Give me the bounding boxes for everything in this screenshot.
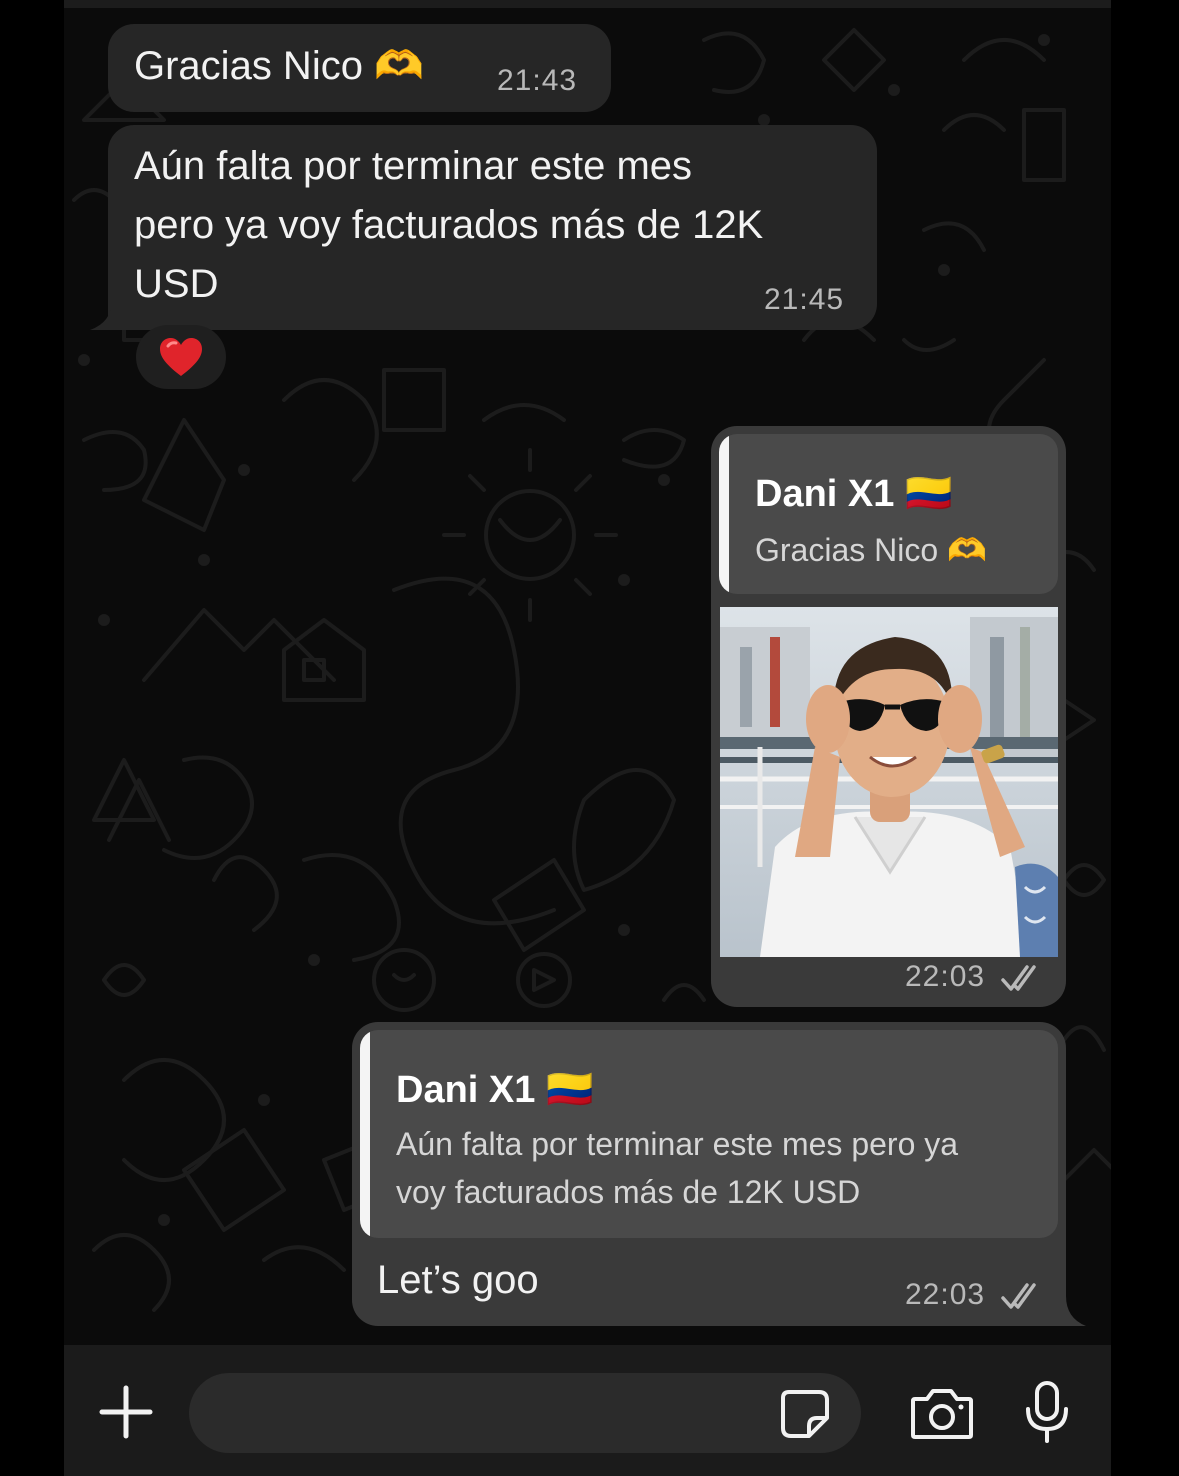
- quote-text-line-2: voy facturados más de 12K USD: [396, 1174, 861, 1210]
- reaction-badge[interactable]: [136, 325, 226, 389]
- message-time: 22:03: [905, 1278, 986, 1311]
- quote-text-line-1: Aún falta por terminar este mes pero ya: [396, 1126, 959, 1162]
- message-text-line-2: pero ya voy facturados más de 12K: [134, 203, 764, 247]
- quote-bar: [719, 434, 729, 594]
- incoming-message[interactable]: Gracias Nico 🫶 21:43: [108, 24, 611, 112]
- reply-quote[interactable]: Dani X1 🇨🇴 Gracias Nico 🫶: [719, 434, 1058, 594]
- plus-icon[interactable]: [98, 1384, 154, 1440]
- outgoing-message[interactable]: Dani X1 🇨🇴 Gracias Nico 🫶 22:03: [711, 426, 1066, 1007]
- microphone-icon[interactable]: [1022, 1379, 1072, 1445]
- incoming-message[interactable]: Aún falta por terminar este mes pero ya …: [108, 125, 877, 330]
- red-heart-icon: [160, 338, 202, 376]
- message-text: Let’s goo: [377, 1258, 539, 1302]
- message-text-line-1: Aún falta por terminar este mes: [134, 144, 693, 188]
- reply-quote[interactable]: Dani X1 🇨🇴 Aún falta por terminar este m…: [360, 1030, 1058, 1238]
- quote-bar: [360, 1030, 370, 1238]
- message-text-line-3: USD: [134, 262, 219, 306]
- read-ticks-icon: [1001, 965, 1036, 991]
- quote-author: Dani X1 🇨🇴: [755, 473, 953, 515]
- quote-author: Dani X1 🇨🇴: [396, 1069, 594, 1111]
- message-text: Gracias Nico 🫶: [134, 44, 424, 88]
- read-ticks-icon: [1001, 1283, 1036, 1309]
- message-time: 22:03: [905, 960, 986, 993]
- message-time: 21:43: [497, 64, 578, 97]
- top-edge: [64, 0, 1111, 8]
- bubble-tail: [90, 300, 130, 330]
- sticker-icon[interactable]: [779, 1388, 831, 1440]
- camera-icon[interactable]: [909, 1385, 975, 1441]
- message-time: 21:45: [764, 283, 845, 316]
- chat-screen: Gracias Nico 🫶 21:43 Aún falta por termi…: [64, 0, 1111, 1476]
- outgoing-message[interactable]: Dani X1 🇨🇴 Aún falta por terminar este m…: [352, 1022, 1066, 1326]
- message-composer: [64, 1345, 1111, 1476]
- quote-text: Gracias Nico 🫶: [755, 532, 987, 568]
- media-photo[interactable]: [720, 607, 1058, 957]
- message-input[interactable]: [189, 1373, 861, 1453]
- photo-image: [720, 607, 1058, 957]
- bubble-tail: [1054, 1296, 1086, 1326]
